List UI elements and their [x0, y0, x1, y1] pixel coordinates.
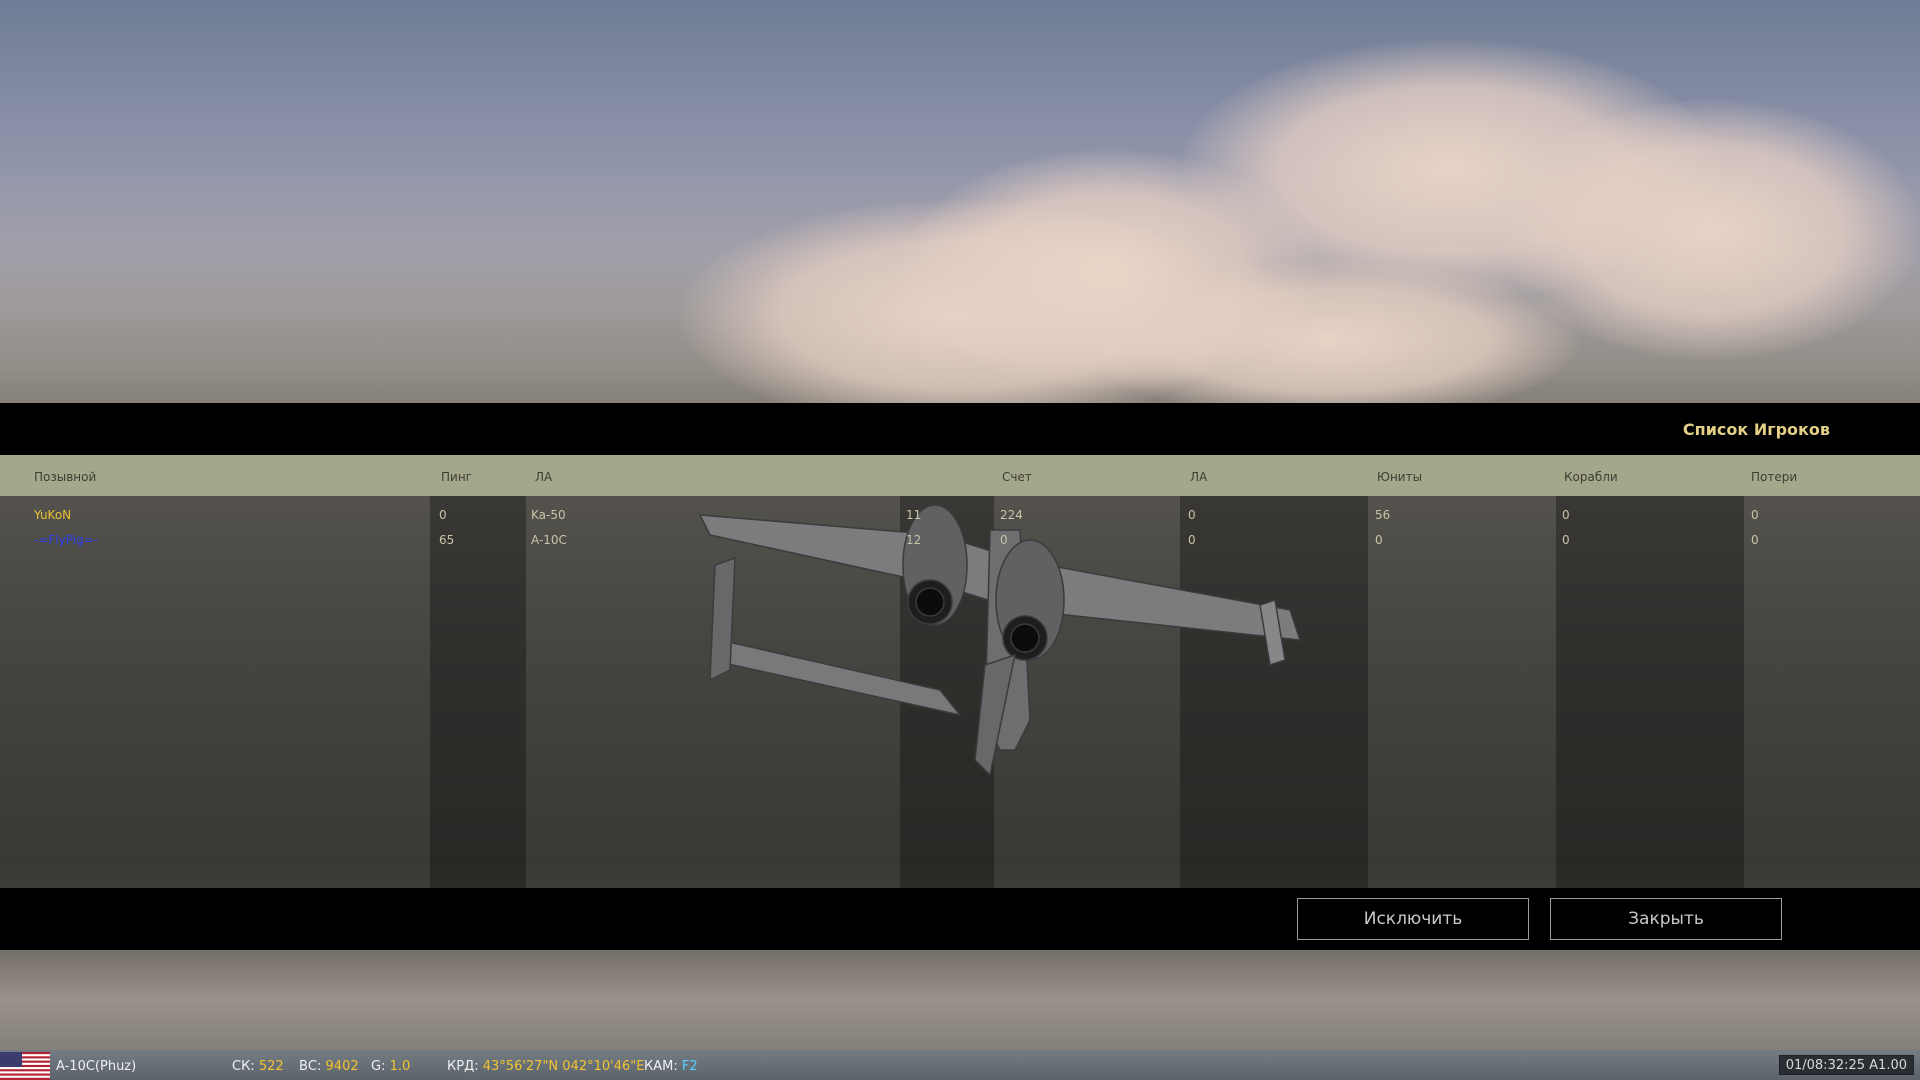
mission-time: 01/08:32:25 A1.00: [1778, 1055, 1914, 1075]
camera-label: КАМ:: [644, 1059, 678, 1074]
column-air-kills[interactable]: ЛА: [1190, 470, 1207, 484]
row-2-units: 0: [1375, 533, 1383, 547]
column-stripe: [430, 496, 526, 888]
g-readout: G: 1.0: [371, 1059, 410, 1074]
row-2-losses: 0: [1751, 533, 1759, 547]
g-label: G:: [371, 1059, 386, 1074]
column-aircraft[interactable]: ЛА: [535, 470, 552, 484]
column-stripe: [1556, 496, 1744, 888]
row-1-units: 56: [1375, 508, 1391, 522]
status-bar: A-10C(Phuz) СК: 522 ВС: 9402 G: 1.0 КРД:…: [0, 1050, 1920, 1080]
row-1-callsign[interactable]: YuKoN: [34, 508, 71, 522]
row-2-air-kills: 0: [1188, 533, 1196, 547]
speed-value: 522: [258, 1059, 284, 1074]
cloud: [1080, 260, 1580, 420]
coordinates-label: КРД:: [447, 1059, 479, 1074]
column-score[interactable]: Счет: [1002, 470, 1032, 484]
row-1-number: 11: [906, 508, 922, 522]
column-ships[interactable]: Корабли: [1564, 470, 1618, 484]
row-2-callsign[interactable]: -=FlyPig=-: [34, 533, 98, 547]
camera-readout: КАМ: F2: [644, 1059, 698, 1074]
altitude-readout: ВС: 9402: [299, 1059, 359, 1074]
row-2-number: 12: [906, 533, 922, 547]
coordinates-value: 43°56'27"N 042°10'46"E: [482, 1059, 645, 1074]
row-2-ping: 65: [439, 533, 455, 547]
coordinates-readout: КРД: 43°56'27"N 042°10'46"E: [447, 1059, 644, 1074]
row-1-aircraft: Ka-50: [531, 508, 566, 522]
altitude-value: 9402: [325, 1059, 359, 1074]
row-1-ping: 0: [439, 508, 447, 522]
kick-button[interactable]: Исключить: [1297, 898, 1529, 940]
speed-label: СК:: [232, 1059, 255, 1074]
row-2-ships: 0: [1562, 533, 1570, 547]
row-1-losses: 0: [1751, 508, 1759, 522]
column-losses[interactable]: Потери: [1751, 470, 1797, 484]
column-units[interactable]: Юниты: [1377, 470, 1422, 484]
player-list-footer: Исключить Закрыть: [0, 888, 1920, 950]
g-value: 1.0: [389, 1059, 411, 1074]
column-ping[interactable]: Пинг: [441, 470, 472, 484]
camera-value: F2: [681, 1059, 698, 1074]
player-list-header: Список Игроков: [0, 403, 1920, 455]
speed-readout: СК: 522: [232, 1059, 284, 1074]
lower-haze: [0, 950, 1920, 1050]
row-1-score: 224: [1000, 508, 1023, 522]
us-flag-icon: [0, 1052, 50, 1080]
unit-name: A-10C(Phuz): [56, 1059, 137, 1074]
column-callsign[interactable]: Позывной: [34, 470, 96, 484]
row-1-air-kills: 0: [1188, 508, 1196, 522]
close-button[interactable]: Закрыть: [1550, 898, 1782, 940]
altitude-label: ВС:: [299, 1059, 322, 1074]
row-1-ships: 0: [1562, 508, 1570, 522]
panel-title: Список Игроков: [1682, 420, 1830, 439]
row-2-aircraft: A-10C: [531, 533, 567, 547]
row-2-score: 0: [1000, 533, 1008, 547]
